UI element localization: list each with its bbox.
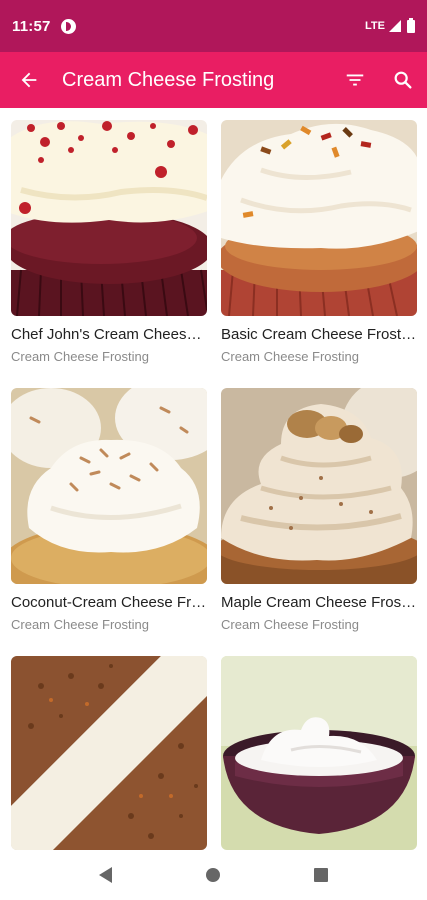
recipe-category: Cream Cheese Frosting: [11, 617, 149, 632]
recipe-image-carrot-cake-slice: [11, 656, 207, 850]
recipe-title: Basic Cream Cheese Frosting: [221, 326, 417, 343]
status-time: 11:57: [12, 17, 51, 35]
recipe-card[interactable]: Chef John's Cream Cheese Frosting Cream …: [11, 120, 207, 364]
system-nav-bar: [0, 850, 427, 900]
filter-button[interactable]: [331, 52, 379, 108]
page-title: Cream Cheese Frosting: [62, 68, 275, 91]
recipe-category: Cream Cheese Frosting: [221, 349, 359, 364]
recipe-card[interactable]: [11, 656, 207, 850]
recipe-title: Maple Cream Cheese Frosting: [221, 594, 417, 611]
status-indicators: LTE: [365, 17, 415, 33]
recipe-image-red-velvet-cupcake: [11, 120, 207, 316]
filter-icon: [346, 74, 364, 86]
recipe-card[interactable]: Basic Cream Cheese Frosting Cream Cheese…: [221, 120, 417, 364]
battery-icon: [407, 17, 415, 33]
recipe-image-maple-walnut-cupcake: [221, 388, 417, 584]
status-bar: 11:57 LTE: [0, 0, 427, 52]
recipe-card[interactable]: Coconut-Cream Cheese Frosting Cream Chee…: [11, 388, 207, 632]
recipe-category: Cream Cheese Frosting: [221, 617, 359, 632]
network-type: LTE: [365, 20, 385, 32]
app-notification-icon: [60, 18, 76, 34]
recipe-image-sprinkle-cupcake: [221, 120, 417, 316]
nav-back-icon[interactable]: [99, 867, 112, 883]
signal-icon: [389, 20, 401, 32]
nav-recents-icon[interactable]: [314, 868, 328, 882]
recipe-title: Coconut-Cream Cheese Frosting: [11, 594, 207, 611]
app-bar: Cream Cheese Frosting: [0, 52, 427, 108]
recipe-category: Cream Cheese Frosting: [11, 349, 149, 364]
search-button[interactable]: [379, 52, 427, 108]
arrow-back-icon: [21, 72, 37, 88]
recipe-image-frosting-bowl: [221, 656, 417, 850]
nav-home-icon[interactable]: [206, 868, 220, 882]
back-button[interactable]: [0, 52, 58, 108]
recipe-image-coconut-cupcake: [11, 388, 207, 584]
recipe-card[interactable]: Maple Cream Cheese Frosting Cream Cheese…: [221, 388, 417, 632]
recipe-grid: Chef John's Cream Cheese Frosting Cream …: [0, 108, 427, 850]
recipe-title: Chef John's Cream Cheese Frosting: [11, 326, 207, 343]
recipe-card[interactable]: [221, 656, 417, 850]
search-icon: [394, 71, 412, 89]
